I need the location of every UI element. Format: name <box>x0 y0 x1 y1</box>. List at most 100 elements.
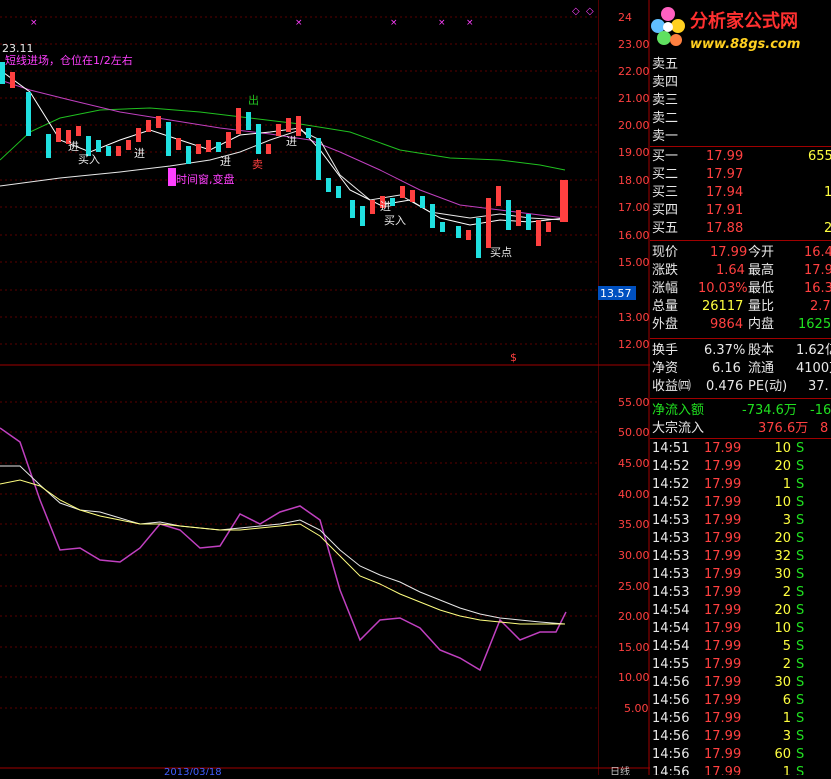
quote-value: 17.9 <box>804 263 831 278</box>
svg-text:×: × <box>438 18 446 28</box>
axis-label: 20.00 <box>618 610 650 623</box>
tick-row[interactable]: 14:52 17.99 20 S <box>650 458 831 476</box>
flow-value: -734.6万 <box>742 403 797 418</box>
flow-value: 376.6万 <box>758 421 809 436</box>
sell-row[interactable]: 卖二 <box>650 110 831 128</box>
tick-row[interactable]: 14:53 17.99 3 S <box>650 512 831 530</box>
tick-row[interactable]: 14:56 17.99 1 S <box>650 764 831 775</box>
tick-price: 17.99 <box>704 765 742 775</box>
flow-value-2: 8 <box>820 421 829 436</box>
buy-label: 买四 <box>652 203 679 218</box>
tick-vol: 2 <box>782 585 791 600</box>
tick-row[interactable]: 14:56 17.99 3 S <box>650 728 831 746</box>
axis-label: 20.00 <box>618 119 650 132</box>
tick-time: 14:56 <box>652 711 690 726</box>
fund-row: 净资 6.16 流通 4100万 <box>650 360 831 378</box>
quote-row: 外盘 9864 内盘 1625 <box>650 316 831 334</box>
tick-row[interactable]: 14:51 17.99 10 S <box>650 440 831 458</box>
buy-row[interactable]: 买四 17.91 <box>650 202 831 220</box>
tick-row[interactable]: 14:53 17.99 20 S <box>650 530 831 548</box>
divider <box>650 240 831 241</box>
tick-time: 14:54 <box>652 621 690 636</box>
tick-vol: 2 <box>782 657 791 672</box>
tick-row[interactable]: 14:56 17.99 60 S <box>650 746 831 764</box>
indicator-line-yellow <box>0 479 565 625</box>
tick-side: S <box>796 567 805 582</box>
tick-row[interactable]: 14:52 17.99 10 S <box>650 494 831 512</box>
divider <box>650 338 831 339</box>
tick-side: S <box>796 621 805 636</box>
tick-time: 14:53 <box>652 585 690 600</box>
tick-side: S <box>796 603 805 618</box>
fund-label: 收益㈣ <box>652 379 692 394</box>
tick-side: S <box>796 513 805 528</box>
buy-row[interactable]: 买二 17.97 <box>650 166 831 184</box>
buy-price: 17.99 <box>706 149 744 164</box>
tick-row[interactable]: 14:56 17.99 6 S <box>650 692 831 710</box>
tick-vol: 30 <box>774 567 791 582</box>
tick-time: 14:55 <box>652 657 690 672</box>
tick-vol: 20 <box>774 603 791 618</box>
annotation-chu: 出 <box>248 93 259 107</box>
fund-label: 股本 <box>748 343 775 358</box>
axis-label: 13.00 <box>618 311 650 324</box>
bottom-axis-label: 日线 <box>610 765 630 775</box>
tick-price: 17.99 <box>704 459 742 474</box>
tick-time: 14:53 <box>652 549 690 564</box>
tick-row[interactable]: 14:55 17.99 2 S <box>650 656 831 674</box>
tick-row[interactable]: 14:54 17.99 5 S <box>650 638 831 656</box>
tick-side: S <box>796 711 805 726</box>
divider <box>650 438 831 439</box>
tick-row[interactable]: 14:53 17.99 2 S <box>650 584 831 602</box>
sell-label: 卖三 <box>652 93 679 108</box>
tick-vol: 10 <box>774 621 791 636</box>
tick-price: 17.99 <box>704 567 742 582</box>
fund-value: 4100万 <box>796 361 831 376</box>
fund-value: 6.37% <box>704 343 746 358</box>
buy-row[interactable]: 买五 17.88 2 <box>650 220 831 238</box>
axis-label: 16.00 <box>618 229 650 242</box>
tick-price: 17.99 <box>704 441 742 456</box>
price-axis: 24 23.00 22.00 21.00 20.00 19.00 18.00 1… <box>597 0 650 778</box>
tick-row[interactable]: 14:53 17.99 30 S <box>650 566 831 584</box>
sell-row[interactable]: 卖五 <box>650 56 831 74</box>
buy-label: 买三 <box>652 185 679 200</box>
axis-label: 21.00 <box>618 92 650 105</box>
buy-label: 买二 <box>652 167 679 182</box>
annotation-jin-4: 进 <box>286 135 297 148</box>
divider <box>650 398 831 399</box>
tick-vol: 3 <box>782 513 791 528</box>
annotation-mairu-1: 买入 <box>78 153 100 166</box>
axis-label: 18.00 <box>618 174 650 187</box>
buy-label: 买五 <box>652 221 679 236</box>
tick-row[interactable]: 14:54 17.99 20 S <box>650 602 831 620</box>
kline-chart-area[interactable]: × × × × × ◇ ◇ 23.11 短线进场，仓位在1/2左右 出 进 买入… <box>0 0 598 778</box>
tick-row[interactable]: 14:53 17.99 32 S <box>650 548 831 566</box>
tick-row[interactable]: 14:52 17.99 1 S <box>650 476 831 494</box>
tick-price: 17.99 <box>704 747 742 762</box>
diamond-icon[interactable]: ◇ <box>572 6 580 17</box>
tick-row[interactable]: 14:56 17.99 1 S <box>650 710 831 728</box>
tick-row[interactable]: 14:54 17.99 10 S <box>650 620 831 638</box>
tick-vol: 20 <box>774 459 791 474</box>
flow-label: 大宗流入 <box>652 421 705 436</box>
buy-row[interactable]: 买一 17.99 655 <box>650 148 831 166</box>
annotation-shijianchuang: 时间窗,变盘 <box>176 172 235 186</box>
ma-line-white-2 <box>0 69 566 226</box>
buy-vol: 655 <box>808 149 831 164</box>
quote-panel: 分析家公式网 www.88gs.com 卖五 卖四 卖三 卖二 卖一 买一 17.… <box>650 0 831 775</box>
tick-price: 17.99 <box>704 585 742 600</box>
sell-row[interactable]: 卖三 <box>650 92 831 110</box>
tick-row[interactable]: 14:56 17.99 30 S <box>650 674 831 692</box>
buy-row[interactable]: 买三 17.94 1 <box>650 184 831 202</box>
indicator-line-magenta <box>0 427 567 672</box>
sell-row[interactable]: 卖一 <box>650 128 831 146</box>
kline-chart-svg[interactable]: × × × × × ◇ ◇ 23.11 短线进场，仓位在1/2左右 出 进 买入… <box>0 0 598 778</box>
quote-row: 现价 17.99 今开 16.4 <box>650 244 831 262</box>
sell-row[interactable]: 卖四 <box>650 74 831 92</box>
quote-value: 16.3 <box>804 281 831 296</box>
tick-time: 14:52 <box>652 459 690 474</box>
diamond-icon-2[interactable]: ◇ <box>586 6 594 17</box>
indicator-line-white <box>0 465 566 625</box>
ma-line-magenta <box>0 79 566 219</box>
